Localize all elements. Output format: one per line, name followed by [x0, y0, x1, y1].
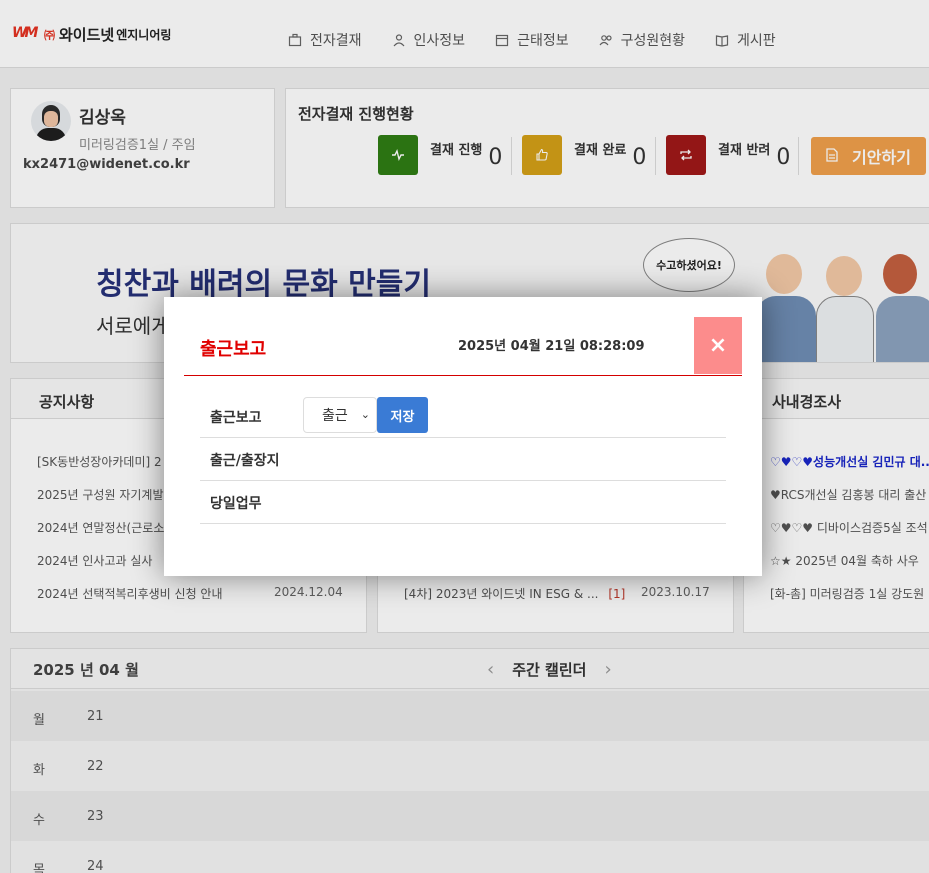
close-button[interactable]: ×	[694, 317, 742, 374]
modal-divider	[184, 375, 742, 376]
chevron-down-icon: ⌄	[360, 408, 370, 421]
form-row-report: 출근보고 출근 ⌄ 저장	[200, 395, 726, 438]
attendance-modal: 출근보고 2025년 04월 21일 08:28:09 × 출근보고 출근 ⌄ …	[164, 297, 762, 576]
save-button[interactable]: 저장	[377, 397, 428, 433]
form-label: 당일업무	[210, 496, 262, 512]
attendance-select[interactable]: 출근 ⌄	[303, 397, 377, 433]
select-value: 출근	[322, 408, 348, 424]
form-label: 출근/출장지	[210, 453, 280, 469]
form-label: 출근보고	[210, 410, 262, 426]
close-icon: ×	[708, 333, 728, 358]
modal-title: 출근보고	[200, 339, 267, 360]
form-row-tasks[interactable]: 당일업무	[200, 481, 726, 524]
modal-datetime: 2025년 04월 21일 08:28:09	[458, 339, 645, 354]
form-row-location[interactable]: 출근/출장지	[200, 438, 726, 481]
